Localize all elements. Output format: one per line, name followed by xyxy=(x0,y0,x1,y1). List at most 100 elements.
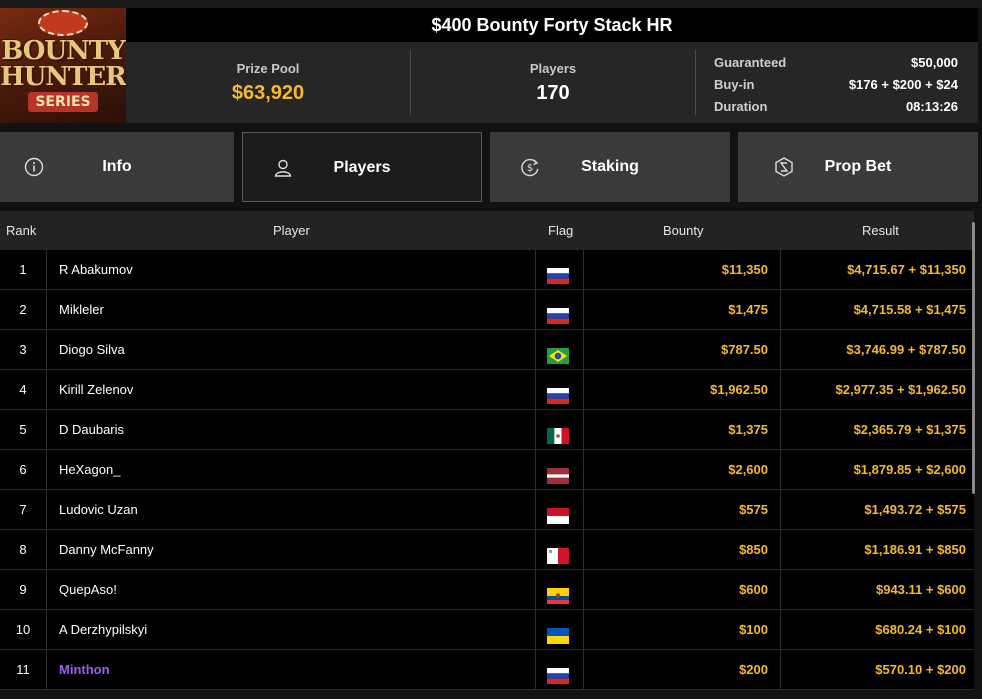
cell-divider xyxy=(46,530,47,569)
header-result: Result xyxy=(862,223,899,238)
player-name[interactable]: Minthon xyxy=(59,650,110,689)
cell-divider xyxy=(780,250,781,289)
player-name[interactable]: QuepAso! xyxy=(59,570,117,609)
tournament-title: $400 Bounty Forty Stack HR xyxy=(126,8,978,42)
tab-bar: Info Players $ Staking Prop Bet xyxy=(0,132,982,202)
rank-cell: 2 xyxy=(19,302,27,317)
detail-key: Buy-in xyxy=(714,77,755,92)
players-value: 170 xyxy=(536,82,570,104)
result-cell: $2,365.79 + $1,375 xyxy=(853,422,966,437)
bounty-cell: $1,375 xyxy=(728,422,768,437)
malta-flag-icon xyxy=(547,540,569,564)
cell-divider xyxy=(583,450,584,489)
cell-divider xyxy=(583,650,584,689)
table-row[interactable]: 4 Kirill Zelenov $1,962.50 $2,977.35 + $1,9… xyxy=(0,370,974,410)
result-cell: $3,746.99 + $787.50 xyxy=(846,342,966,357)
bounty-cell: $11,350 xyxy=(721,262,768,277)
rank-cell: 3 xyxy=(19,342,27,357)
table-row[interactable]: 1 R Abakumov $11,350 $4,715.67 + $11,350 xyxy=(0,250,974,290)
cell-divider xyxy=(583,330,584,369)
player-name[interactable]: Diogo Silva xyxy=(59,330,125,369)
bounty-hunters-logo: BOUNTY HUNTERS SERIES xyxy=(0,8,126,123)
prize-pool-label: Prize Pool xyxy=(236,61,300,76)
cell-divider xyxy=(535,250,536,289)
player-name[interactable]: Kirill Zelenov xyxy=(59,370,133,409)
detail-value: 08:13:26 xyxy=(905,99,958,114)
player-name[interactable]: R Abakumov xyxy=(59,250,133,289)
player-name[interactable]: A Derzhypilskyi xyxy=(59,610,147,649)
bounty-cell: $850 xyxy=(739,542,768,557)
cell-divider xyxy=(780,370,781,409)
player-name[interactable]: Danny McFanny xyxy=(59,530,154,569)
cell-divider xyxy=(583,370,584,409)
detail-row: Guaranteed $50,000 xyxy=(714,52,958,74)
brazil-flag-icon xyxy=(547,340,569,364)
cell-divider xyxy=(535,450,536,489)
cell-divider xyxy=(46,610,47,649)
ukraine-flag-icon xyxy=(547,620,569,644)
result-cell: $4,715.58 + $1,475 xyxy=(853,302,966,317)
russia-flag-icon xyxy=(547,300,569,324)
cell-divider xyxy=(780,490,781,529)
result-cell: $4,715.67 + $11,350 xyxy=(847,262,966,277)
table-row[interactable]: 11 Minthon $200 $570.10 + $200 xyxy=(0,650,974,690)
russia-flag-icon xyxy=(547,380,569,404)
table-row[interactable]: 6 HeXagon_ $2,600 $1,879.85 + $2,600 xyxy=(0,450,974,490)
cell-divider xyxy=(780,610,781,649)
table-row[interactable]: 5 D Daubaris $1,375 $2,365.79 + $1,375 xyxy=(0,410,974,450)
cell-divider xyxy=(46,450,47,489)
table-row[interactable]: 3 Diogo Silva $787.50 $3,746.99 + $787.50 xyxy=(0,330,974,370)
bounty-cell: $100 xyxy=(739,622,768,637)
cell-divider xyxy=(535,530,536,569)
tab-staking[interactable]: $ Staking xyxy=(490,132,730,202)
rank-cell: 8 xyxy=(19,542,27,557)
cell-divider xyxy=(46,250,47,289)
cell-divider xyxy=(535,570,536,609)
logo-word-2: HUNTERS xyxy=(0,62,126,92)
bounty-cell: $200 xyxy=(739,662,768,677)
players-count: Players 170 xyxy=(411,42,695,123)
cell-divider xyxy=(780,290,781,329)
result-cell: $1,879.85 + $2,600 xyxy=(853,462,966,477)
bounty-cell: $787.50 xyxy=(721,342,768,357)
rank-cell: 9 xyxy=(19,582,27,597)
cell-divider xyxy=(46,650,47,689)
table-row[interactable]: 9 QuepAso! $600 $943.11 + $600 xyxy=(0,570,974,610)
players-label: Players xyxy=(529,61,577,76)
cell-divider xyxy=(535,490,536,529)
rank-cell: 1 xyxy=(19,262,27,277)
player-name[interactable]: Ludovic Uzan xyxy=(59,490,138,529)
table-row[interactable]: 7 Ludovic Uzan $575 $1,493.72 + $575 xyxy=(0,490,974,530)
table-row[interactable]: 10 A Derzhypilskyi $100 $680.24 + $100 xyxy=(0,610,974,650)
cell-divider xyxy=(583,410,584,449)
logo-word-3: SERIES xyxy=(28,92,98,112)
table-row[interactable]: 2 Mikleler $1,475 $4,715.58 + $1,475 xyxy=(0,290,974,330)
rank-cell: 7 xyxy=(19,502,27,517)
poker-chip-icon xyxy=(38,10,88,36)
scrollbar[interactable] xyxy=(972,222,975,494)
monaco-flag-icon xyxy=(547,500,569,524)
cell-divider xyxy=(780,650,781,689)
cell-divider xyxy=(583,290,584,329)
result-cell: $680.24 + $100 xyxy=(875,622,966,637)
header-bounty: Bounty xyxy=(663,223,704,238)
cell-divider xyxy=(535,330,536,369)
tab-players[interactable]: Players xyxy=(242,132,482,202)
cell-divider xyxy=(46,290,47,329)
cell-divider xyxy=(535,370,536,409)
cell-divider xyxy=(583,610,584,649)
detail-value: $50,000 xyxy=(911,55,958,70)
tab-prop-bet[interactable]: Prop Bet xyxy=(738,132,978,202)
tab-label: Players xyxy=(333,159,391,176)
result-cell: $570.10 + $200 xyxy=(875,662,966,677)
prize-pool-value: $63,920 xyxy=(231,82,305,104)
table-row[interactable]: 8 Danny McFanny $850 $1,186.91 + $850 xyxy=(0,530,974,570)
tournament-details: Guaranteed $50,000 Buy-in $176 + $200 + $2… xyxy=(714,52,958,118)
detail-key: Guaranteed xyxy=(714,55,787,70)
player-name[interactable]: HeXagon_ xyxy=(59,450,120,489)
russia-flag-icon xyxy=(547,260,569,284)
cell-divider xyxy=(535,650,536,689)
tab-info[interactable]: Info xyxy=(0,132,234,202)
player-name[interactable]: Mikleler xyxy=(59,290,104,329)
player-name[interactable]: D Daubaris xyxy=(59,410,124,449)
